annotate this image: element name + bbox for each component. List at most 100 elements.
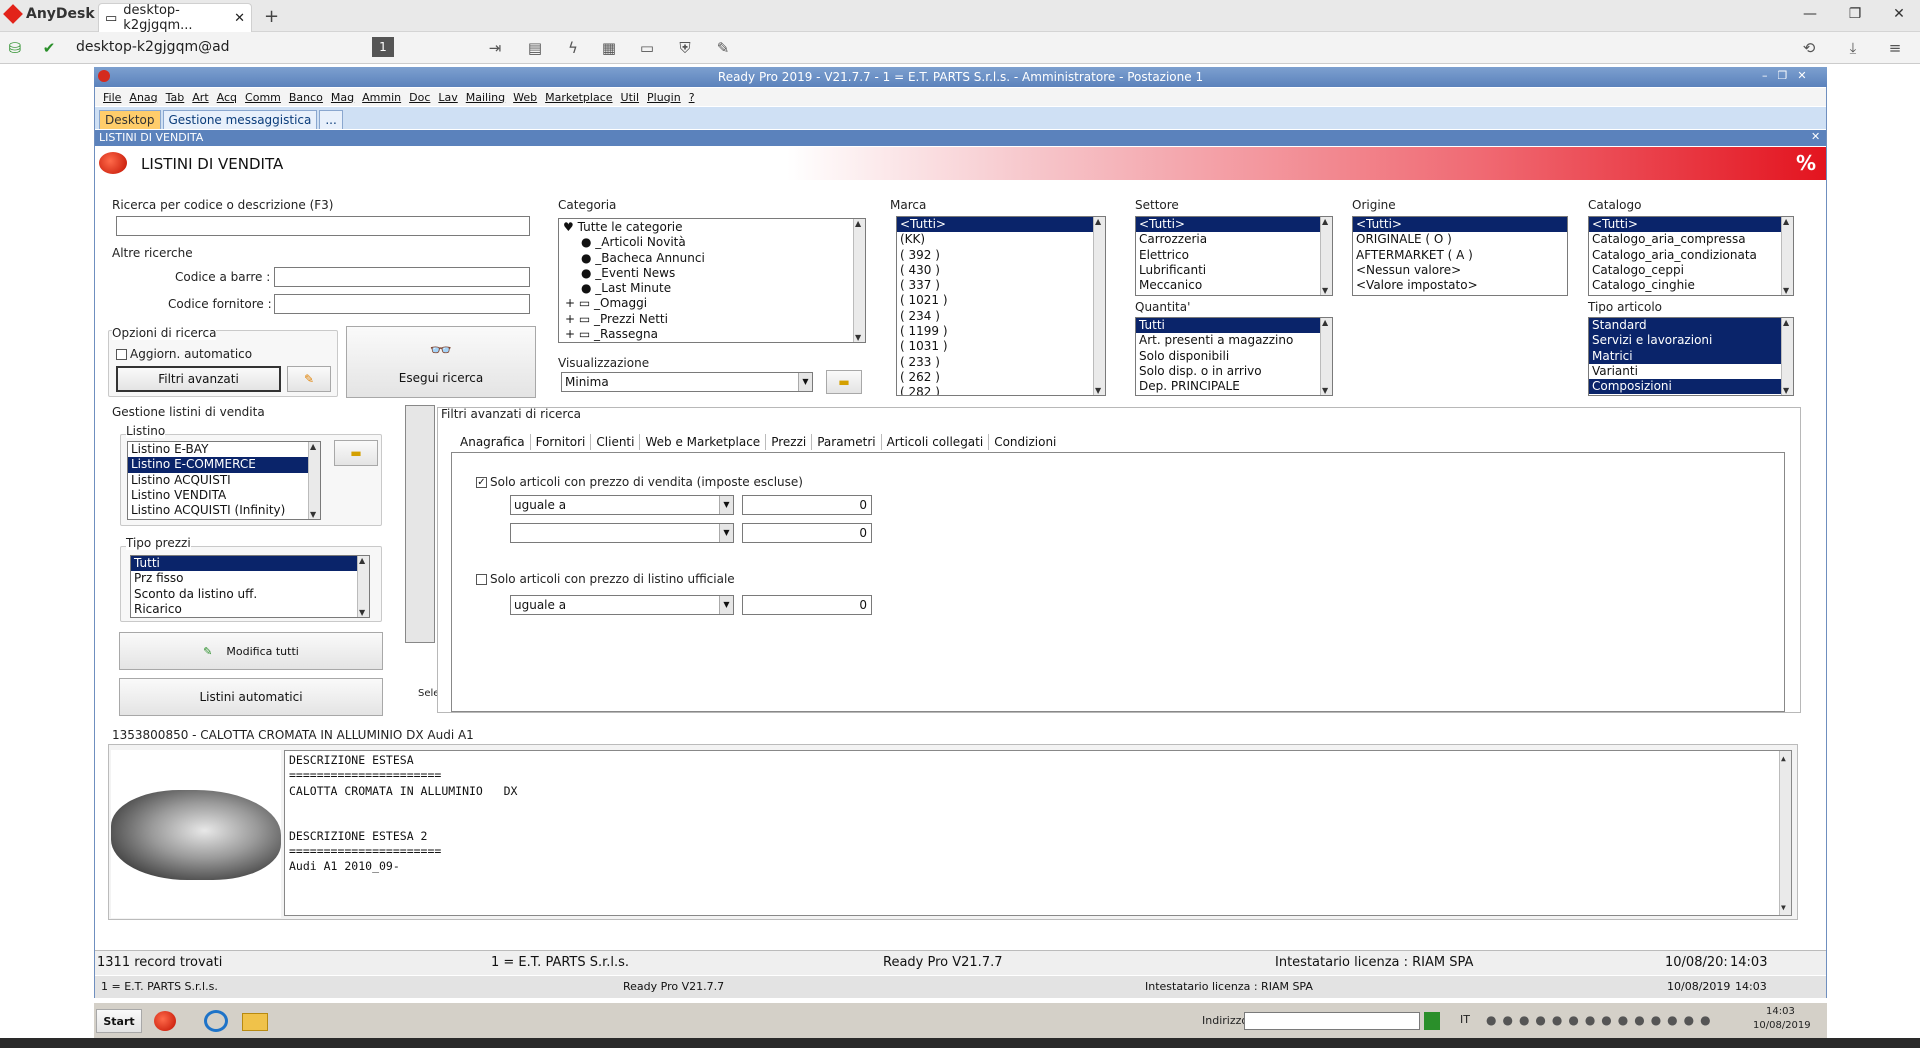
list-item[interactable]: Listino E-COMMERCE — [128, 457, 320, 473]
list-item[interactable]: ( 1199 ) — [897, 324, 1105, 339]
quantita-list[interactable]: Tutti Art. presenti a magazzino Solo dis… — [1135, 317, 1333, 396]
supplier-code-input[interactable] — [274, 294, 530, 314]
folder-icon[interactable] — [242, 1013, 268, 1031]
menu-comm[interactable]: Comm — [241, 91, 285, 104]
go-icon[interactable] — [1424, 1012, 1440, 1030]
catalogo-list[interactable]: <Tutti> Catalogo_aria_compressa Catalogo… — [1588, 216, 1794, 296]
list-item[interactable]: Prz fisso — [131, 571, 369, 586]
listino-folder-button[interactable]: ▬ — [334, 440, 378, 466]
category-item[interactable]: ● _Eventi News — [559, 266, 865, 281]
list-item[interactable]: Listino E-BAY — [128, 442, 320, 457]
list-item[interactable]: <Tutti> — [1353, 217, 1567, 233]
list-item[interactable]: Solo disponibili — [1136, 349, 1332, 364]
download-icon[interactable]: ⤓ — [1842, 38, 1864, 58]
category-item[interactable]: + ▭ _Omaggi — [559, 296, 865, 311]
transfer-icon[interactable]: ⇥ — [484, 38, 506, 58]
menu-banco[interactable]: Banco — [285, 91, 327, 104]
scrollbar[interactable] — [357, 556, 369, 617]
tab-prezzi[interactable]: Prezzi — [766, 434, 813, 450]
menu-mag[interactable]: Mag — [327, 91, 358, 104]
list-item[interactable]: ( 233 ) — [897, 355, 1105, 370]
list-item[interactable]: Carrozzeria — [1136, 232, 1332, 247]
category-item[interactable]: + ▭ _Rassegna — [559, 327, 865, 342]
list-item[interactable]: Sconto da listino uff. — [131, 587, 369, 602]
anydesk-session-tab[interactable]: ▭ desktop-k2gjgqm... ✕ — [98, 3, 252, 33]
menu-icon[interactable]: ≡ — [1884, 38, 1906, 58]
prezzo-listino-checkbox[interactable]: Solo articoli con prezzo di listino uffi… — [476, 572, 735, 586]
price-value-3[interactable]: 0 — [742, 595, 872, 615]
list-item[interactable]: Catalogo_ceppi — [1589, 263, 1793, 278]
tab-parametri[interactable]: Parametri — [812, 434, 882, 450]
visualizzazione-select[interactable]: Minima ▼ — [561, 372, 813, 392]
list-item[interactable]: <Valore impostato> — [1353, 278, 1567, 293]
list-item[interactable]: Catalogo_aria_compressa — [1589, 232, 1793, 247]
tab-condizioni[interactable]: Condizioni — [989, 434, 1061, 450]
list-item[interactable]: ( 430 ) — [897, 263, 1105, 278]
description-textarea[interactable]: DESCRIZIONE ESTESA ======================… — [284, 750, 1792, 916]
operator-select-3[interactable]: uguale a ▼ — [510, 595, 734, 615]
new-tab-button[interactable]: + — [264, 6, 279, 27]
list-item[interactable]: ( 1031 ) — [897, 339, 1105, 354]
settore-list[interactable]: <Tutti> Carrozzeria Elettrico Lubrifican… — [1135, 216, 1333, 296]
auto-update-checkbox[interactable]: Aggiorn. automatico — [116, 347, 252, 361]
tipo-articolo-list[interactable]: Standard Servizi e lavorazioni Matrici V… — [1588, 317, 1794, 396]
list-item[interactable]: Tutti — [1136, 318, 1332, 334]
list-item[interactable]: <Tutti> — [1136, 217, 1332, 233]
listino-list[interactable]: Listino E-BAY Listino E-COMMERCE Listino… — [127, 441, 321, 520]
advanced-filters-button[interactable]: Filtri avanzati — [116, 366, 281, 392]
tab-articoli-collegati[interactable]: Articoli collegati — [882, 434, 990, 450]
search-input[interactable] — [116, 216, 530, 236]
list-item[interactable]: Servizi e lavorazioni — [1589, 333, 1793, 349]
menu-ammin[interactable]: Ammin — [358, 91, 405, 104]
list-item[interactable]: Tutti — [131, 556, 369, 572]
display-icon[interactable]: ▭ — [636, 38, 658, 58]
taskbar-address-input[interactable] — [1244, 1012, 1420, 1030]
scrollbar[interactable] — [1781, 217, 1793, 295]
list-item[interactable]: ( 262 ) — [897, 370, 1105, 385]
category-item[interactable]: ● _Last Minute — [559, 281, 865, 296]
menu-anag[interactable]: Anag — [125, 91, 161, 104]
scrollbar[interactable] — [308, 442, 320, 519]
close-icon[interactable]: ✕ — [234, 11, 245, 26]
list-item[interactable]: Art. presenti a magazzino — [1136, 333, 1332, 348]
tab-fornitori[interactable]: Fornitori — [531, 434, 592, 450]
keyboard-icon[interactable]: ▦ — [598, 38, 620, 58]
marca-list[interactable]: <Tutti> (KK) ( 392 ) ( 430 ) ( 337 ) ( 1… — [896, 216, 1106, 396]
list-item[interactable]: <Nessun valore> — [1353, 263, 1567, 278]
list-item[interactable]: Ricarico — [131, 602, 369, 617]
list-item[interactable]: Elettrico — [1136, 248, 1332, 263]
tab-clienti[interactable]: Clienti — [591, 434, 641, 450]
filter-edit-button[interactable]: ✎ — [287, 366, 331, 392]
list-item[interactable]: AFTERMARKET ( A ) — [1353, 248, 1567, 263]
start-button[interactable]: Start — [96, 1009, 142, 1033]
category-item[interactable]: ● _Articoli Novità — [559, 235, 865, 250]
run-search-button[interactable]: 👓 Esegui ricerca — [346, 326, 536, 398]
list-item[interactable]: Solo disp. o in arrivo — [1136, 364, 1332, 379]
list-item[interactable]: Matrici — [1589, 348, 1793, 364]
app-window-controls[interactable]: –❐✕ — [1762, 69, 1817, 82]
list-item[interactable]: Composizioni — [1589, 379, 1793, 395]
list-item[interactable]: ( 1021 ) — [897, 293, 1105, 308]
tab-web-marketplace[interactable]: Web e Marketplace — [640, 434, 767, 450]
list-item[interactable]: Standard — [1589, 318, 1793, 334]
tab-gestione-messaggistica[interactable]: Gestione messaggistica — [162, 110, 318, 129]
operator-select-2[interactable]: ▼ — [510, 523, 734, 543]
menu-art[interactable]: Art — [188, 91, 212, 104]
internet-explorer-icon[interactable] — [204, 1010, 228, 1032]
list-item[interactable]: ( 282 ) — [897, 385, 1105, 395]
operator-select-1[interactable]: uguale a ▼ — [510, 495, 734, 515]
prezzo-vendita-checkbox[interactable]: ✓ Solo articoli con prezzo di vendita (im… — [476, 475, 803, 489]
section-close-icon[interactable]: ✕ — [1811, 130, 1820, 143]
whiteboard-icon[interactable]: ✎ — [712, 38, 734, 58]
menu-util[interactable]: Util — [617, 91, 643, 104]
list-item[interactable]: ( 337 ) — [897, 278, 1105, 293]
menu-file[interactable]: File — [99, 91, 125, 104]
price-value-2[interactable]: 0 — [742, 523, 872, 543]
folder-button[interactable]: ▬ — [826, 370, 862, 394]
listini-automatici-button[interactable]: Listini automatici — [119, 678, 383, 716]
monitor-number-button[interactable]: 1 — [372, 37, 394, 57]
list-item[interactable]: Listino VENDITA — [128, 488, 320, 503]
list-item[interactable]: <Tutti> — [1589, 217, 1793, 233]
list-item[interactable]: Listino ACQUISTI (Infinity) — [128, 503, 320, 518]
tab-more[interactable]: ... — [319, 110, 343, 129]
